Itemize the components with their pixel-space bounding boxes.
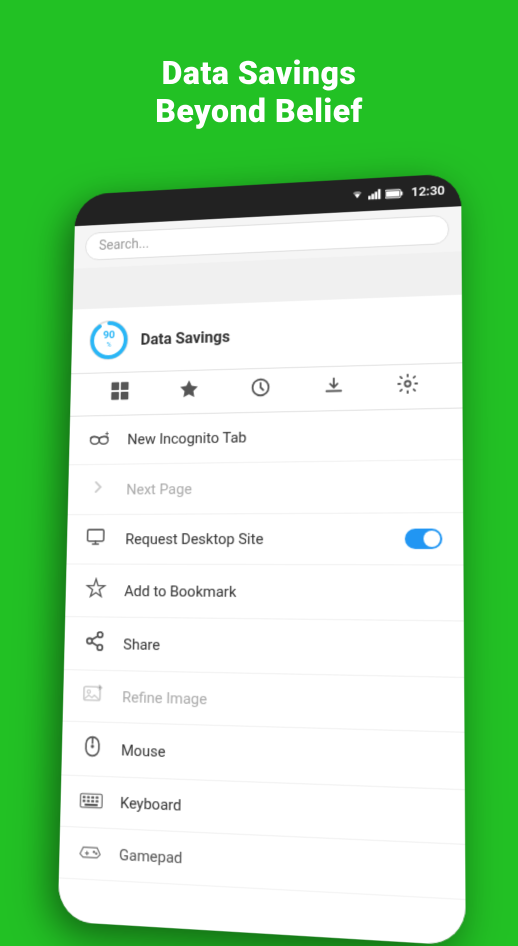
history-icon[interactable]	[250, 376, 272, 404]
settings-icon[interactable]	[397, 372, 420, 400]
bookmark-star-icon	[84, 577, 107, 604]
status-time: 12:30	[411, 183, 445, 199]
battery-icon	[385, 187, 403, 199]
apps-icon[interactable]	[109, 380, 130, 407]
menu-item-next-page[interactable]: Next Page	[68, 460, 463, 515]
menu-item-new-incognito-tab[interactable]: + New Incognito Tab	[69, 408, 463, 465]
hero-heading: Data Savings Beyond Belief	[155, 54, 362, 131]
search-placeholder: Search...	[99, 236, 149, 253]
menu-item-add-to-bookmark[interactable]: Add to Bookmark	[65, 564, 464, 621]
share-label: Share	[123, 635, 160, 653]
phone-body: 12:30 Search...	[58, 173, 466, 946]
request-desktop-toggle[interactable]	[405, 528, 443, 548]
data-savings-header: 90 % Data Savings	[71, 294, 462, 374]
wifi-icon	[350, 189, 364, 201]
chevron-right-icon	[87, 477, 110, 501]
menu-item-request-desktop-site[interactable]: Request Desktop Site	[66, 513, 463, 565]
svg-text:90: 90	[103, 328, 115, 341]
data-savings-gauge: 90 %	[86, 317, 132, 364]
next-page-label: Next Page	[126, 480, 192, 498]
keyboard-label: Keyboard	[120, 794, 182, 815]
keyboard-icon	[79, 789, 103, 814]
mouse-label: Mouse	[121, 741, 166, 761]
incognito-icon: +	[88, 428, 111, 451]
refine-image-icon	[82, 683, 105, 708]
add-to-bookmark-label: Add to Bookmark	[124, 582, 236, 601]
menu-item-share[interactable]: Share	[64, 617, 464, 678]
hero-line2: Beyond Belief	[155, 92, 362, 130]
refine-image-label: Refine Image	[122, 687, 207, 707]
gamepad-icon	[78, 841, 102, 867]
mouse-icon	[81, 735, 105, 763]
desktop-icon	[86, 527, 109, 550]
signal-icon	[368, 188, 381, 200]
gamepad-label: Gamepad	[119, 846, 183, 868]
data-savings-label: Data Savings	[140, 319, 445, 348]
hero-line1: Data Savings	[162, 54, 357, 92]
svg-text:%: %	[106, 341, 111, 349]
status-icons	[350, 187, 403, 201]
phone-mockup: 12:30 Search...	[39, 173, 479, 920]
svg-text:+: +	[105, 430, 109, 438]
bookmarks-icon[interactable]	[179, 378, 200, 405]
dropdown-panel: 90 % Data Savings	[58, 294, 466, 945]
share-icon	[83, 630, 106, 657]
browser-area: Search... 90	[58, 206, 466, 946]
request-desktop-site-label: Request Desktop Site	[125, 530, 263, 548]
downloads-icon[interactable]	[322, 374, 344, 402]
new-incognito-tab-label: New Incognito Tab	[127, 428, 246, 448]
